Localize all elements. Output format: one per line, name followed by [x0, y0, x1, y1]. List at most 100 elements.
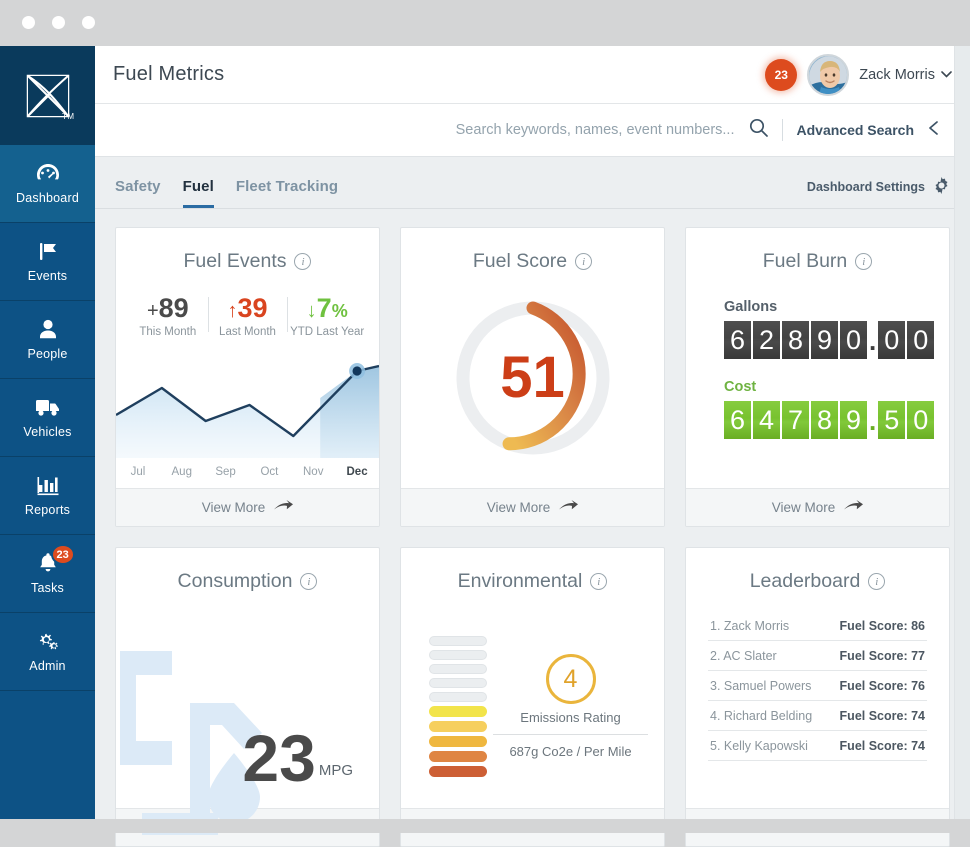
stat-label: YTD Last Year — [290, 326, 365, 338]
bell-icon: 23 — [38, 544, 75, 574]
emissions-bar — [429, 721, 487, 732]
stat-symbol: ↑ — [227, 300, 238, 322]
card-leaderboard: Leaderboard i 1. Zack Morris Fuel Score: … — [685, 547, 950, 847]
user-name-label: Zack Morris — [859, 66, 935, 83]
sparkline-x-axis: Jul Aug Sep Oct Nov Dec — [116, 466, 379, 478]
info-icon[interactable]: i — [575, 253, 593, 270]
list-item[interactable]: 5. Kelly Kapowski Fuel Score: 74 — [708, 731, 927, 761]
leaderboard-score: Fuel Score: 74 — [839, 739, 925, 753]
sidebar-item-vehicles[interactable]: Vehicles — [0, 379, 95, 457]
tasks-badge: 23 — [50, 544, 75, 565]
sidebar-item-reports[interactable]: Reports — [0, 457, 95, 535]
gear-icon — [933, 177, 950, 197]
user-menu[interactable]: Zack Morris — [859, 67, 952, 83]
bar-chart-icon — [36, 474, 60, 496]
gauge-icon — [36, 162, 60, 184]
consumption-value-group: 23 MPG — [242, 725, 353, 791]
stat-symbol: ↓ — [306, 300, 317, 322]
leaderboard-score: Fuel Score: 86 — [839, 619, 925, 633]
sidebar-item-dashboard[interactable]: Dashboard — [0, 145, 95, 223]
tab-safety[interactable]: Safety — [115, 178, 161, 208]
list-item[interactable]: 4. Richard Belding Fuel Score: 74 — [708, 701, 927, 731]
tabs: Safety Fuel Fleet Tracking — [115, 178, 338, 208]
dashboard-settings-button[interactable]: Dashboard Settings — [807, 177, 950, 208]
minimize-button[interactable] — [52, 16, 65, 29]
sidebar-item-tasks[interactable]: 23 Tasks — [0, 535, 95, 613]
stat-ytd-last-year: ↓7% YTD Last Year — [287, 295, 367, 338]
list-item[interactable]: 1. Zack Morris Fuel Score: 86 — [708, 611, 927, 641]
page-title: Fuel Metrics — [113, 63, 225, 85]
cost-odometer: 6 4 7 8 9 . 5 0 — [724, 401, 949, 439]
card-body: +89 This Month ↑39 Last Month ↓7% YTD La… — [116, 273, 379, 488]
sidebar-item-events[interactable]: Events — [0, 223, 95, 301]
card-title-label: Fuel Events — [183, 250, 287, 272]
emissions-bar — [429, 751, 487, 762]
info-icon[interactable]: i — [855, 253, 873, 270]
stat-number: 7 — [316, 293, 332, 323]
dashboard-cards: Fuel Events i +89 This Month ↑39 Last Mo… — [95, 209, 970, 847]
view-more-button[interactable]: View More — [401, 488, 664, 526]
gears-icon — [36, 630, 60, 652]
scrollbar-track[interactable] — [954, 46, 970, 819]
odometer-digit: 8 — [782, 321, 809, 359]
search-icon[interactable] — [749, 118, 768, 142]
card-body: 4 Emissions Rating 687g Co2e / Per Mile — [401, 593, 664, 808]
info-icon[interactable]: i — [300, 573, 318, 590]
card-title: Environmental i — [401, 548, 664, 593]
sidebar-item-label: Admin — [29, 659, 66, 673]
fuel-score-gauge-wrap: 51 — [401, 273, 664, 488]
sidebar-item-label: Dashboard — [16, 191, 79, 205]
stat-suffix: % — [331, 301, 348, 321]
maximize-button[interactable] — [82, 16, 95, 29]
tab-fuel[interactable]: Fuel — [182, 178, 214, 208]
leaderboard-name: 1. Zack Morris — [710, 619, 790, 633]
card-environmental: Environmental i 4 Emissions Rating 687g … — [400, 547, 665, 847]
stat-value: ↓7% — [287, 295, 367, 322]
avatar[interactable] — [807, 53, 850, 96]
odometer-digit: 9 — [840, 401, 867, 439]
list-item[interactable]: 2. AC Slater Fuel Score: 77 — [708, 641, 927, 671]
card-title: Consumption i — [116, 548, 379, 593]
card-fuel-burn: Fuel Burn i Gallons 6 2 8 9 0 . 0 0 Cost… — [685, 227, 950, 527]
tab-fleet-tracking[interactable]: Fleet Tracking — [236, 178, 338, 208]
search-input[interactable] — [444, 122, 735, 138]
info-icon[interactable]: i — [294, 253, 312, 270]
main-content: Fuel Metrics 23 Zack Morris Search keywo… — [95, 46, 970, 847]
tab-bar: Safety Fuel Fleet Tracking Dashboard Set… — [95, 157, 970, 209]
alert-count-badge[interactable]: 23 — [765, 58, 798, 91]
info-icon[interactable]: i — [868, 573, 886, 590]
advanced-search-link[interactable]: Advanced Search — [797, 122, 915, 138]
back-arrow-icon[interactable] — [928, 120, 950, 141]
stat-symbol: + — [146, 300, 159, 322]
leaderboard-list: 1. Zack Morris Fuel Score: 86 2. AC Slater… — [686, 593, 949, 761]
top-bar: Fuel Metrics 23 Zack Morris — [95, 46, 970, 104]
leaderboard-score: Fuel Score: 77 — [839, 649, 925, 663]
stat-number: 39 — [237, 293, 268, 323]
view-more-button[interactable]: View More — [116, 488, 379, 526]
card-fuel-events: Fuel Events i +89 This Month ↑39 Last Mo… — [115, 227, 380, 527]
close-button[interactable] — [22, 16, 35, 29]
consumption-unit: MPG — [318, 762, 353, 779]
sidebar-item-admin[interactable]: Admin — [0, 613, 95, 691]
emissions-bar — [429, 692, 487, 702]
window-controls[interactable] — [22, 16, 95, 29]
view-more-label: View More — [771, 500, 836, 515]
truck-icon — [35, 396, 61, 418]
stat-number: 89 — [158, 293, 189, 323]
stat-label: Last Month — [219, 326, 276, 338]
app-logo[interactable]: TM — [0, 46, 95, 145]
leaderboard-name: 2. AC Slater — [710, 649, 777, 663]
cost-label: Cost — [724, 379, 757, 395]
card-body: 51 — [401, 273, 664, 488]
odometer-digit: 4 — [753, 401, 780, 439]
emissions-rating-label: Emissions Rating — [520, 710, 621, 725]
divider — [493, 734, 648, 735]
sidebar-item-people[interactable]: People — [0, 301, 95, 379]
gallons-odometer: 6 2 8 9 0 . 0 0 — [724, 321, 949, 359]
odometer-digit: 9 — [811, 321, 838, 359]
list-item[interactable]: 3. Samuel Powers Fuel Score: 76 — [708, 671, 927, 701]
info-icon[interactable]: i — [590, 573, 608, 590]
view-more-button[interactable]: View More — [686, 488, 949, 526]
window-title-bar — [0, 0, 970, 46]
